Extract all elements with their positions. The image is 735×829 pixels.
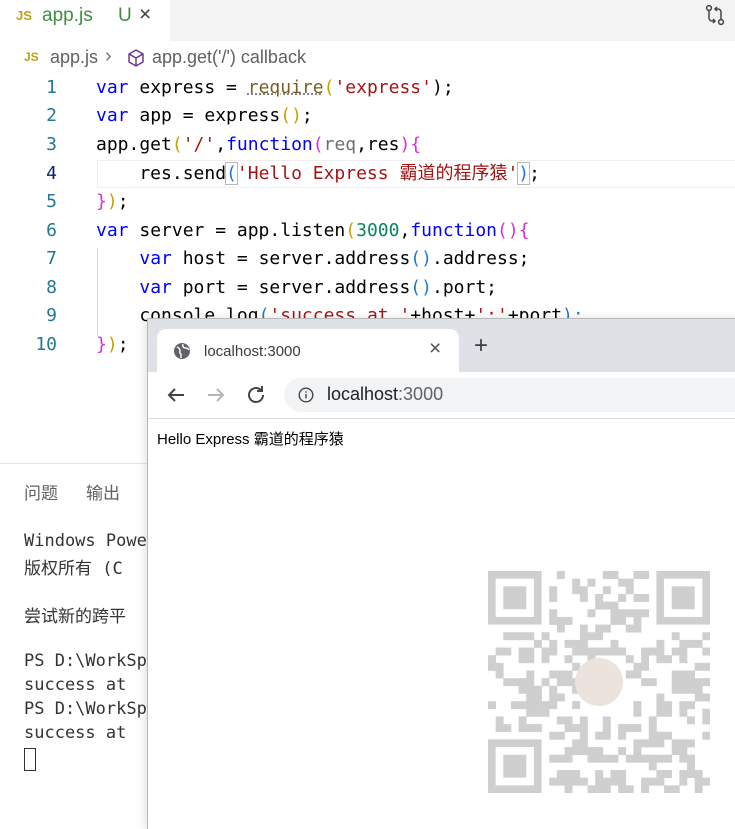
line-number: 7 [0, 245, 57, 273]
terminal-line: success at [24, 675, 137, 695]
code-text: var express = require('express'); [96, 74, 454, 102]
terminal-line: success at [24, 723, 137, 743]
code-text: app.get('/',function(req,res){ [96, 131, 421, 159]
compare-changes-icon[interactable] [703, 3, 727, 27]
line-number: 5 [0, 188, 57, 216]
back-arrow-icon[interactable] [165, 384, 187, 406]
breadcrumb-symbol[interactable]: app.get('/') callback [152, 47, 306, 68]
code-line: 7 var host = server.address().address; [0, 245, 735, 273]
line-number: 8 [0, 274, 57, 302]
tab-output[interactable]: 输出 [86, 479, 120, 504]
line-number: 10 [0, 331, 57, 359]
browser-tab-title: localhost:3000 [204, 343, 301, 360]
globe-icon [173, 342, 191, 360]
line-number: 4 [0, 160, 57, 188]
terminal-line: PS D:\WorkSp [24, 651, 147, 671]
editor-tab-app-js[interactable]: JS app.js U × [0, 0, 170, 41]
tab-problems[interactable]: 问题 [24, 479, 58, 504]
code-text: var server = app.listen(3000,function(){ [96, 217, 530, 245]
code-text: }); [96, 331, 129, 359]
forward-arrow-icon[interactable] [205, 384, 227, 406]
browser-tab-strip: localhost:3000 × + [148, 319, 735, 372]
code-line-current: 4 res.send('Hello Express 霸道的程序猿'); [0, 160, 735, 188]
method-cube-icon [126, 48, 146, 68]
browser-toolbar: localhost:3000 [148, 372, 735, 419]
new-tab-button[interactable]: + [474, 335, 488, 357]
line-number: 3 [0, 131, 57, 159]
line-number: 9 [0, 302, 57, 330]
breadcrumb: JS app.js › app.get('/') callback [0, 44, 735, 72]
code-text: var port = server.address().port; [96, 274, 497, 302]
javascript-file-icon: JS [24, 50, 39, 64]
code-text: var app = express(); [96, 102, 313, 130]
line-number: 2 [0, 102, 57, 130]
page-body-text: Hello Express 霸道的程序猿 [157, 428, 344, 449]
code-text: res.send('Hello Express 霸道的程序猿'); [96, 160, 540, 188]
javascript-file-icon: JS [16, 8, 32, 23]
terminal-line: Windows Powe [24, 531, 147, 551]
code-line: 3 app.get('/',function(req,res){ [0, 131, 735, 159]
terminal-line: 版权所有 (C [24, 554, 123, 579]
terminal-line: PS D:\WorkSp [24, 699, 147, 719]
address-bar-url: localhost:3000 [327, 384, 443, 405]
breadcrumb-separator: › [105, 45, 112, 68]
info-icon[interactable] [298, 387, 314, 403]
git-untracked-badge: U [118, 5, 132, 27]
code-text: var host = server.address().address; [96, 245, 530, 273]
terminal-line: 尝试新的跨平 [24, 602, 126, 627]
code-line: 6 var server = app.listen(3000,function(… [0, 217, 735, 245]
editor-tab-bar: JS app.js U × [0, 0, 735, 41]
browser-window: localhost:3000 × + localhost:3000 Hello … [147, 318, 735, 829]
line-number: 6 [0, 217, 57, 245]
close-tab-icon[interactable]: × [139, 3, 151, 27]
editor-tab-filename: app.js [42, 5, 93, 27]
code-line: 1 var express = require('express'); [0, 74, 735, 102]
code-line: 5 }); [0, 188, 735, 216]
line-number: 1 [0, 74, 57, 102]
terminal-cursor [24, 748, 36, 771]
code-line: 8 var port = server.address().port; [0, 274, 735, 302]
close-tab-icon[interactable]: × [429, 337, 441, 361]
code-line: 2 var app = express(); [0, 102, 735, 130]
browser-tab-localhost[interactable]: localhost:3000 × [157, 329, 459, 373]
code-text: }); [96, 188, 129, 216]
address-bar[interactable]: localhost:3000 [284, 378, 735, 412]
reload-icon[interactable] [245, 384, 267, 406]
breadcrumb-file[interactable]: app.js [50, 47, 98, 68]
qr-code-watermark [488, 571, 710, 793]
